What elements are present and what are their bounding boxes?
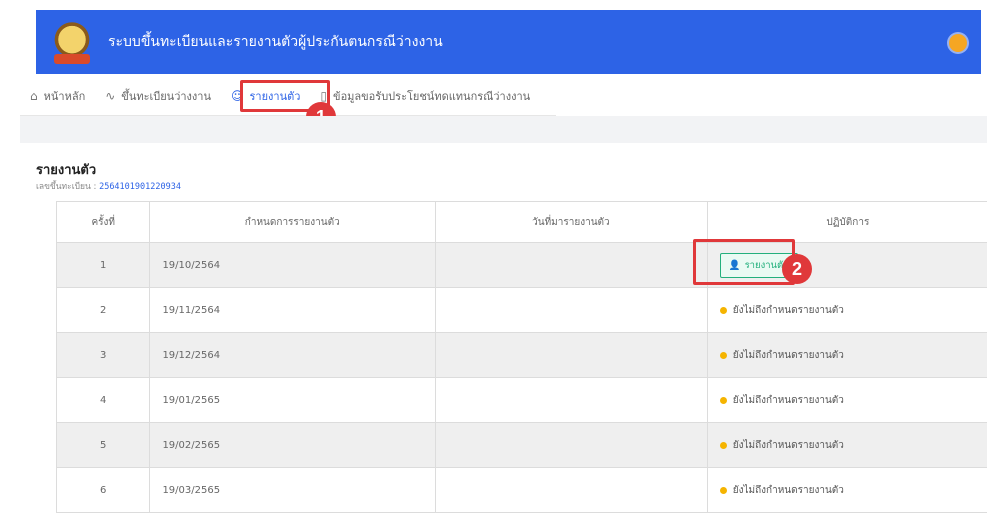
row-report-date bbox=[436, 288, 708, 333]
status-text: ยังไม่ถึงกำหนดรายงานตัว bbox=[733, 348, 844, 363]
row-number: 5 bbox=[57, 423, 150, 468]
highlight-box-report-button bbox=[693, 239, 795, 285]
row-number: 6 bbox=[57, 468, 150, 513]
status-dot-icon bbox=[720, 487, 727, 494]
status-badge: ยังไม่ถึงกำหนดรายงานตัว bbox=[720, 393, 844, 408]
row-due-date: 19/02/2565 bbox=[150, 423, 436, 468]
home-icon: ⌂ bbox=[30, 89, 38, 103]
row-number: 2 bbox=[57, 288, 150, 333]
row-report-date bbox=[436, 378, 708, 423]
row-due-date: 19/03/2565 bbox=[150, 468, 436, 513]
registration-value: 2564101901220934 bbox=[99, 182, 181, 192]
row-report-date bbox=[436, 423, 708, 468]
status-badge: ยังไม่ถึงกำหนดรายงานตัว bbox=[720, 483, 844, 498]
row-action: ยังไม่ถึงกำหนดรายงานตัว bbox=[707, 423, 987, 468]
table-row: 3 19/12/2564 ยังไม่ถึงกำหนดรายงานตัว bbox=[57, 333, 987, 378]
status-dot-icon bbox=[720, 352, 727, 359]
col-date-header: วันที่มารายงานตัว bbox=[436, 202, 708, 243]
table-row: 4 19/01/2565 ยังไม่ถึงกำหนดรายงานตัว bbox=[57, 378, 987, 423]
row-action: ยังไม่ถึงกำหนดรายงานตัว bbox=[707, 378, 987, 423]
row-report-date bbox=[436, 243, 708, 288]
nav-home-label: หน้าหลัก bbox=[44, 87, 86, 105]
row-action: ยังไม่ถึงกำหนดรายงานตัว bbox=[707, 288, 987, 333]
status-dot-icon bbox=[720, 397, 727, 404]
nav-home[interactable]: ⌂ หน้าหลัก bbox=[20, 81, 95, 111]
user-avatar-icon[interactable] bbox=[949, 34, 967, 52]
nav-register[interactable]: ∿ ขึ้นทะเบียนว่างงาน bbox=[95, 81, 221, 111]
row-report-date bbox=[436, 468, 708, 513]
row-number: 3 bbox=[57, 333, 150, 378]
col-due-header: กำหนดการรายงานตัว bbox=[150, 202, 436, 243]
table-header-row: ครั้งที่ กำหนดการรายงานตัว วันที่มารายงา… bbox=[57, 202, 987, 243]
report-card: รายงานตัว เลขขึ้นทะเบียน : 2564101901220… bbox=[20, 143, 987, 486]
col-action-header: ปฏิบัติการ bbox=[707, 202, 987, 243]
row-due-date: 19/10/2564 bbox=[150, 243, 436, 288]
row-due-date: 19/12/2564 bbox=[150, 333, 436, 378]
callout-badge-2: 2 bbox=[782, 254, 812, 284]
page-title: รายงานตัว bbox=[36, 159, 96, 180]
row-action: ยังไม่ถึงกำหนดรายงานตัว bbox=[707, 333, 987, 378]
status-text: ยังไม่ถึงกำหนดรายงานตัว bbox=[733, 393, 844, 408]
app-title: ระบบขึ้นทะเบียนและรายงานตัวผู้ประกันตนกร… bbox=[108, 31, 443, 53]
table-row: 1 19/10/2564 👤 รายงานตัว bbox=[57, 243, 987, 288]
pulse-icon: ∿ bbox=[105, 89, 115, 103]
table-row: 5 19/02/2565 ยังไม่ถึงกำหนดรายงานตัว bbox=[57, 423, 987, 468]
status-badge: ยังไม่ถึงกำหนดรายงานตัว bbox=[720, 438, 844, 453]
nav-register-label: ขึ้นทะเบียนว่างงาน bbox=[121, 87, 211, 105]
status-text: ยังไม่ถึงกำหนดรายงานตัว bbox=[733, 438, 844, 453]
report-schedule-table: ครั้งที่ กำหนดการรายงานตัว วันที่มารายงา… bbox=[56, 201, 987, 513]
sso-logo bbox=[48, 18, 96, 66]
status-text: ยังไม่ถึงกำหนดรายงานตัว bbox=[733, 483, 844, 498]
status-dot-icon bbox=[720, 442, 727, 449]
status-badge: ยังไม่ถึงกำหนดรายงานตัว bbox=[720, 303, 844, 318]
status-text: ยังไม่ถึงกำหนดรายงานตัว bbox=[733, 303, 844, 318]
registration-label: เลขขึ้นทะเบียน : bbox=[36, 182, 99, 192]
status-dot-icon bbox=[720, 307, 727, 314]
app-header: ระบบขึ้นทะเบียนและรายงานตัวผู้ประกันตนกร… bbox=[36, 10, 981, 74]
row-due-date: 19/01/2565 bbox=[150, 378, 436, 423]
nav-benefits[interactable]: ▯ ข้อมูลขอรับประโยชน์ทดแทนกรณีว่างงาน bbox=[310, 81, 540, 111]
registration-number: เลขขึ้นทะเบียน : 2564101901220934 bbox=[36, 179, 181, 193]
row-action: ยังไม่ถึงกำหนดรายงานตัว bbox=[707, 468, 987, 513]
row-due-date: 19/11/2564 bbox=[150, 288, 436, 333]
table-row: 2 19/11/2564 ยังไม่ถึงกำหนดรายงานตัว bbox=[57, 288, 987, 333]
row-number: 4 bbox=[57, 378, 150, 423]
row-report-date bbox=[436, 333, 708, 378]
nav-benefits-label: ข้อมูลขอรับประโยชน์ทดแทนกรณีว่างงาน bbox=[333, 87, 530, 105]
col-no-header: ครั้งที่ bbox=[57, 202, 150, 243]
row-number: 1 bbox=[57, 243, 150, 288]
table-row: 6 19/03/2565 ยังไม่ถึงกำหนดรายงานตัว bbox=[57, 468, 987, 513]
status-badge: ยังไม่ถึงกำหนดรายงานตัว bbox=[720, 348, 844, 363]
